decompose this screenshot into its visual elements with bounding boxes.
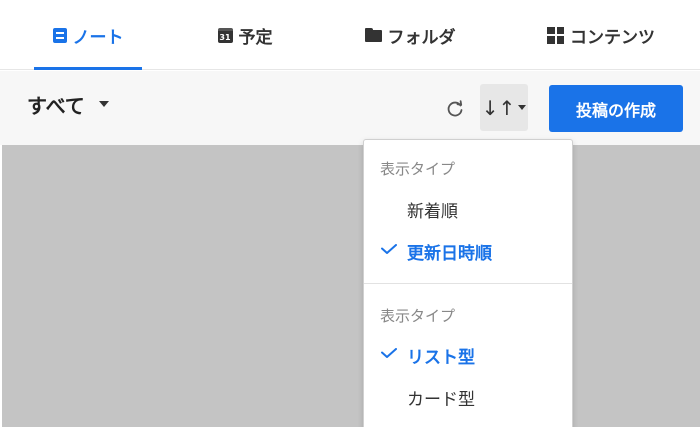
menu-item-label: 新着順 — [407, 201, 458, 222]
menu-item-list-view[interactable]: リスト型 — [364, 337, 572, 373]
folder-icon — [364, 28, 382, 42]
tab-schedule-label: 予定 — [238, 27, 273, 48]
menu-item-label: カード型 — [407, 389, 475, 410]
tab-schedule[interactable]: 31 予定 — [205, 0, 285, 70]
filter-dropdown[interactable]: すべて — [27, 89, 109, 119]
section-label: 表示タイプ — [380, 160, 456, 178]
filter-label: すべて — [27, 93, 85, 118]
sort-icon: ↓↑ — [481, 95, 516, 120]
menu-item-label: 更新日時順 — [407, 243, 492, 264]
refresh-button[interactable] — [441, 95, 469, 123]
menu-divider — [364, 283, 572, 284]
section-label: 表示タイプ — [380, 307, 456, 325]
tab-contents[interactable]: コンテンツ — [536, 0, 666, 70]
tab-folder[interactable]: フォルダ — [352, 0, 468, 70]
menu-item-newest[interactable]: 新着順 — [364, 191, 572, 227]
menu-item-label: リスト型 — [407, 347, 475, 368]
menu-item-card-view[interactable]: カード型 — [364, 379, 572, 415]
caret-down-icon — [518, 105, 527, 110]
calendar-icon: 31 — [217, 27, 233, 43]
sort-dropdown-menu: 表示タイプ 新着順 更新日時順 表示タイプ リスト型 カード型 — [363, 139, 573, 427]
note-icon — [52, 27, 67, 43]
sort-button[interactable]: ↓↑ — [480, 84, 528, 131]
tab-note[interactable]: ノート — [34, 0, 142, 70]
content-area — [2, 145, 700, 427]
create-post-button[interactable]: 投稿の作成 — [549, 85, 683, 132]
toolbar: すべて ↓↑ 投稿の作成 — [0, 71, 700, 145]
app-root: ノート 31 予定 フォルダ コンテンツ すべて ↓↑ 投稿の作成 表示タイプ … — [0, 0, 700, 427]
check-icon — [381, 244, 397, 254]
check-icon — [381, 348, 397, 358]
tab-note-label: ノート — [72, 27, 124, 48]
tab-contents-label: コンテンツ — [570, 27, 655, 48]
grid-icon — [547, 26, 564, 44]
refresh-icon — [447, 100, 463, 117]
menu-item-updated[interactable]: 更新日時順 — [364, 233, 572, 269]
tab-folder-label: フォルダ — [387, 27, 456, 48]
caret-down-icon — [98, 101, 109, 107]
tab-bar: ノート 31 予定 フォルダ コンテンツ — [0, 0, 700, 70]
